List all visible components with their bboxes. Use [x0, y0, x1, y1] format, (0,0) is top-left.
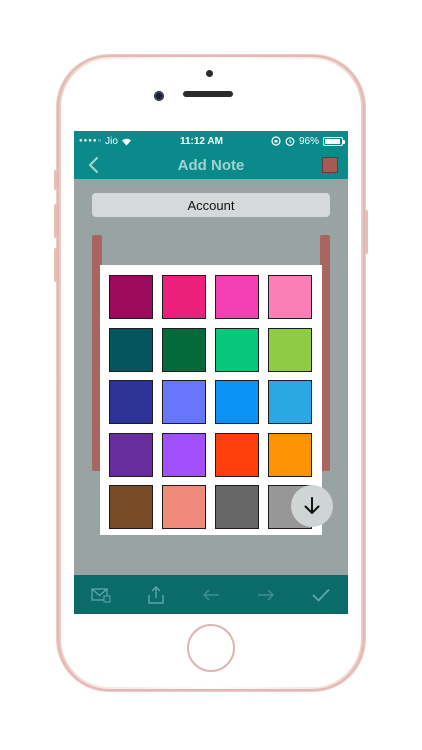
color-swatch-16[interactable] [268, 432, 312, 477]
color-swatch-11[interactable] [215, 380, 259, 424]
mute-switch [54, 170, 57, 190]
color-swatch-9[interactable] [109, 380, 153, 424]
front-camera [154, 91, 164, 101]
undo-arrow-icon [202, 588, 219, 601]
save-button[interactable] [310, 584, 332, 606]
arrow-down-icon [304, 497, 320, 514]
chevron-left-icon [88, 156, 99, 174]
email-button[interactable] [90, 584, 112, 606]
alarm-icon [285, 137, 295, 146]
nav-bar: Add Note [74, 151, 348, 179]
clock: 11:12 AM [179, 135, 223, 147]
color-swatch-5[interactable] [109, 327, 153, 372]
color-swatch-15[interactable] [215, 432, 259, 477]
power-button [365, 210, 368, 254]
app-screen: ●●●●○ Jio 11:12 AM 96% Add Note Account [74, 131, 348, 614]
color-swatch-grid [109, 275, 313, 529]
account-label: Account [187, 197, 235, 213]
color-swatch-8[interactable] [268, 327, 312, 372]
proximity-sensor [206, 70, 213, 77]
scroll-down-button[interactable] [291, 485, 333, 527]
status-bar: ●●●●○ Jio 11:12 AM 96% [74, 131, 348, 151]
color-swatch-6[interactable] [162, 327, 206, 372]
color-swatch-2[interactable] [162, 275, 206, 319]
battery-level-fill [324, 138, 341, 144]
color-swatch-7[interactable] [215, 327, 259, 372]
color-swatch-3[interactable] [215, 275, 259, 319]
undo-button[interactable] [200, 584, 222, 606]
color-picker-button[interactable] [322, 157, 338, 173]
wifi-icon [121, 138, 131, 145]
share-icon [148, 585, 164, 604]
carrier-label: Jio [105, 135, 118, 147]
redo-arrow-icon [257, 588, 274, 601]
battery-icon [322, 136, 345, 146]
battery-percent: 96% [298, 135, 319, 147]
mail-icon [91, 587, 111, 602]
note-editor-area: Account [74, 179, 348, 575]
share-button[interactable] [145, 584, 167, 606]
bottom-toolbar [74, 575, 348, 614]
page-title: Add Note [177, 156, 245, 174]
rotation-lock-icon [271, 136, 281, 146]
color-swatch-12[interactable] [268, 380, 312, 424]
earpiece-speaker [183, 91, 233, 97]
redo-button[interactable] [255, 584, 277, 606]
account-selector[interactable]: Account [92, 193, 330, 217]
color-swatch-13[interactable] [109, 432, 153, 477]
volume-up-button [54, 204, 57, 238]
home-button[interactable] [187, 624, 235, 672]
color-swatch-1[interactable] [109, 275, 153, 319]
signal-icon: ●●●●○ [79, 138, 103, 144]
color-swatch-19[interactable] [215, 485, 259, 529]
volume-down-button [54, 248, 57, 282]
back-button[interactable] [84, 155, 104, 175]
color-swatch-18[interactable] [162, 485, 206, 529]
color-swatch-10[interactable] [162, 380, 206, 424]
color-picker-dialog [100, 265, 322, 535]
checkmark-icon [311, 588, 330, 602]
color-swatch-14[interactable] [162, 432, 206, 477]
color-swatch-4[interactable] [268, 275, 312, 319]
color-swatch-17[interactable] [109, 485, 153, 529]
